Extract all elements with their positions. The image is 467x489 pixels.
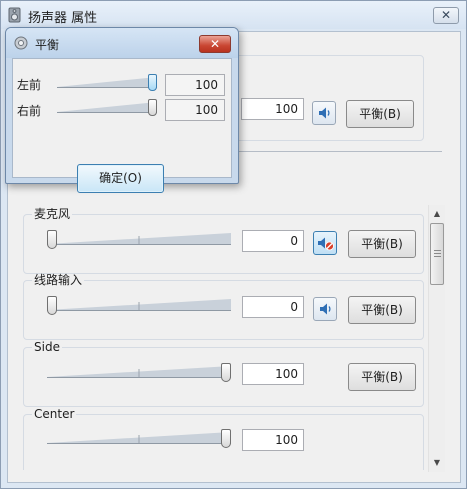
device-name: Center [32, 407, 77, 421]
right-front-value[interactable]: 100 [165, 99, 225, 121]
window-titlebar[interactable]: 扬声器 属性 ✕ [1, 1, 466, 29]
line-input-balance-button[interactable]: 平衡(B) [348, 296, 416, 324]
device-group-microphone: 麦克风 0 平衡(B) [23, 208, 424, 274]
master-mute-button[interactable] [312, 101, 336, 125]
device-group-center: Center 100 [23, 408, 424, 470]
right-front-label: 右前 [17, 104, 42, 118]
slider-thumb[interactable] [47, 230, 57, 249]
center-volume-slider[interactable] [47, 427, 231, 449]
window-close-button[interactable]: ✕ [433, 7, 459, 24]
microphone-mute-button[interactable] [313, 231, 337, 255]
right-front-slider[interactable] [57, 98, 157, 118]
speaker-app-icon [8, 7, 22, 23]
line-input-volume-slider[interactable] [47, 294, 231, 316]
left-front-label: 左前 [17, 78, 42, 92]
grip-line [434, 250, 441, 251]
microphone-volume-value[interactable]: 0 [242, 230, 304, 252]
slider-thumb[interactable] [47, 296, 57, 315]
speaker-icon [314, 303, 336, 323]
speaker-icon [313, 107, 335, 127]
left-front-value[interactable]: 100 [165, 74, 225, 96]
grip-line [434, 253, 441, 254]
left-front-slider[interactable] [57, 73, 157, 93]
speaker-muted-icon [314, 237, 336, 257]
grip-line [434, 256, 441, 257]
master-volume-value[interactable]: 100 [241, 98, 304, 120]
device-group-line-input: 线路输入 0 平衡(B) [23, 274, 424, 340]
device-name: Side [32, 340, 62, 354]
balance-dialog: 平衡 ✕ 左前 100 右前 100 确定(O) [5, 27, 239, 193]
scroll-down-arrow-icon[interactable]: ▼ [429, 455, 445, 471]
side-balance-button[interactable]: 平衡(B) [348, 363, 416, 391]
scroll-up-arrow-icon[interactable]: ▲ [429, 206, 445, 222]
microphone-balance-button[interactable]: 平衡(B) [348, 230, 416, 258]
slider-thumb[interactable] [148, 99, 157, 116]
center-volume-value[interactable]: 100 [242, 429, 304, 451]
balance-dialog-titlebar[interactable]: 平衡 ✕ [6, 28, 238, 58]
line-input-mute-button[interactable] [313, 297, 337, 321]
line-input-volume-value[interactable]: 0 [242, 296, 304, 318]
slider-thumb[interactable] [148, 74, 157, 91]
window-title: 扬声器 属性 [28, 11, 98, 26]
slider-thumb[interactable] [221, 429, 231, 448]
scrollbar-thumb[interactable] [430, 223, 444, 285]
speaker-app-icon [14, 36, 28, 50]
side-volume-value[interactable]: 100 [242, 363, 304, 385]
slider-thumb[interactable] [221, 363, 231, 382]
device-list: 麦克风 0 平衡(B) 线路输入 0 平衡(B) Side 100 平衡(B) … [17, 202, 428, 470]
master-balance-button[interactable]: 平衡(B) [346, 100, 414, 128]
balance-dialog-close-button[interactable]: ✕ [199, 35, 231, 53]
device-name: 线路输入 [32, 273, 85, 287]
device-group-side: Side 100 平衡(B) [23, 341, 424, 407]
device-name: 麦克风 [32, 207, 73, 221]
ok-button[interactable]: 确定(O) [77, 164, 164, 193]
balance-dialog-title: 平衡 [35, 38, 60, 52]
side-volume-slider[interactable] [47, 361, 231, 383]
balance-dialog-body: 左前 100 右前 100 确定(O) [12, 58, 232, 193]
microphone-volume-slider[interactable] [47, 228, 231, 250]
device-list-scrollbar[interactable]: ▲ ▼ [428, 205, 445, 472]
